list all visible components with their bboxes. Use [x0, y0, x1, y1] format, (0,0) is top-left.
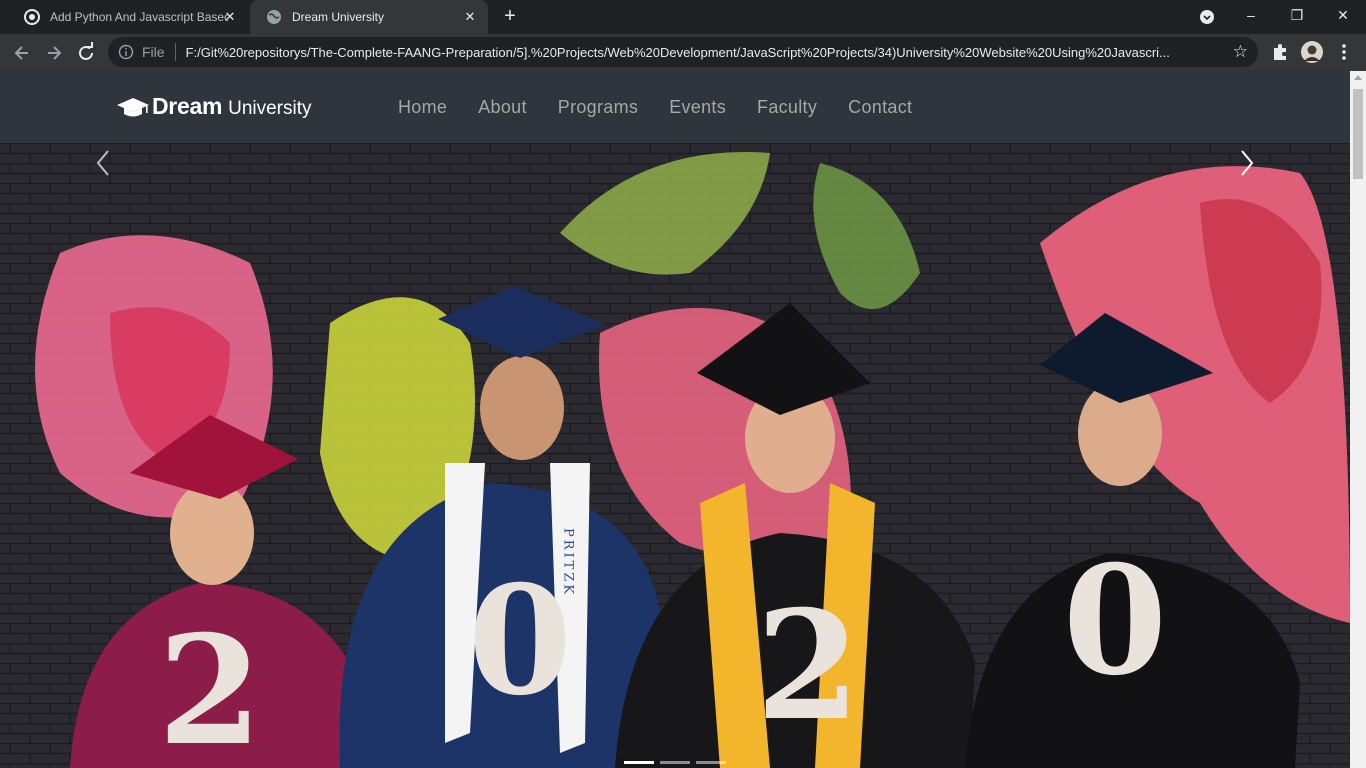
- nav-link-programs[interactable]: Programs: [558, 97, 638, 118]
- hero-image-graduates: 2 0 2 0 PRITZK: [0, 143, 1350, 768]
- browser-toolbar: File F:/Git%20repositorys/The-Complete-F…: [0, 34, 1366, 71]
- logo-text-university: University: [228, 97, 312, 119]
- hero-number-4: 0: [1063, 533, 1167, 709]
- reload-icon[interactable]: [72, 39, 100, 67]
- close-window-button[interactable]: ✕: [1320, 0, 1366, 32]
- carousel-next-icon[interactable]: [1232, 143, 1262, 183]
- omnibox-divider: [174, 43, 176, 61]
- new-tab-button[interactable]: +: [498, 5, 522, 29]
- back-icon[interactable]: [8, 39, 36, 67]
- menu-dots-icon[interactable]: [1332, 40, 1356, 64]
- graduation-cap-icon: [117, 97, 149, 116]
- close-tab-icon[interactable]: ✕: [462, 9, 478, 25]
- url-text[interactable]: F:/Git%20repositorys/The-Complete-FAANG-…: [186, 45, 1226, 60]
- stole-text: PRITZK: [561, 528, 576, 597]
- site-navbar: Dream University Home About Programs Eve…: [0, 71, 1350, 143]
- carousel-indicator-3[interactable]: [696, 761, 726, 764]
- extensions-icon[interactable]: [1268, 40, 1292, 64]
- tab-dream-university[interactable]: Dream University ✕: [250, 0, 488, 34]
- tab-title: Dream University: [292, 10, 385, 24]
- scroll-up-arrow-icon[interactable]: [1354, 75, 1362, 80]
- address-bar[interactable]: File F:/Git%20repositorys/The-Complete-F…: [108, 37, 1258, 67]
- hero-number-1: 2: [158, 603, 262, 768]
- carousel-indicator-1[interactable]: [624, 761, 654, 764]
- restore-button[interactable]: ❐: [1274, 0, 1320, 32]
- tab-strip: Add Python And Javascript Based ✕ Dream …: [0, 0, 1366, 34]
- carousel-indicators: [624, 761, 732, 764]
- scroll-thumb[interactable]: [1353, 89, 1363, 179]
- page-scrollbar[interactable]: [1350, 71, 1366, 768]
- close-tab-icon[interactable]: ✕: [222, 9, 238, 25]
- hero-carousel: 2 0 2 0 PRITZK: [0, 143, 1350, 768]
- nav-link-contact[interactable]: Contact: [848, 97, 912, 118]
- carousel-indicator-2[interactable]: [660, 761, 690, 764]
- bookmark-star-icon[interactable]: ☆: [1233, 41, 1248, 63]
- web-page: Dream University Home About Programs Eve…: [0, 71, 1350, 768]
- profile-avatar[interactable]: [1300, 40, 1324, 64]
- logo-text-dream: Dream: [152, 93, 223, 119]
- forward-icon[interactable]: [40, 39, 68, 67]
- hero-number-2: 0: [468, 553, 572, 729]
- tab-title: Add Python And Javascript Based: [50, 10, 228, 24]
- github-icon: [24, 9, 40, 25]
- tab-python-js[interactable]: Add Python And Javascript Based ✕: [8, 0, 248, 34]
- minimize-button[interactable]: –: [1228, 0, 1274, 32]
- globe-icon: [267, 10, 281, 24]
- site-logo[interactable]: Dream University: [116, 93, 312, 120]
- main-menu: Home About Programs Events Faculty Conta…: [398, 97, 943, 118]
- nav-link-home[interactable]: Home: [398, 97, 447, 118]
- hero-number-3: 2: [756, 578, 860, 754]
- info-icon[interactable]: [118, 44, 134, 60]
- tab-search-icon[interactable]: [1199, 9, 1215, 25]
- file-scheme-label: File: [142, 44, 165, 60]
- nav-link-faculty[interactable]: Faculty: [757, 97, 817, 118]
- nav-link-about[interactable]: About: [478, 97, 527, 118]
- nav-link-events[interactable]: Events: [669, 97, 726, 118]
- carousel-prev-icon[interactable]: [88, 143, 118, 183]
